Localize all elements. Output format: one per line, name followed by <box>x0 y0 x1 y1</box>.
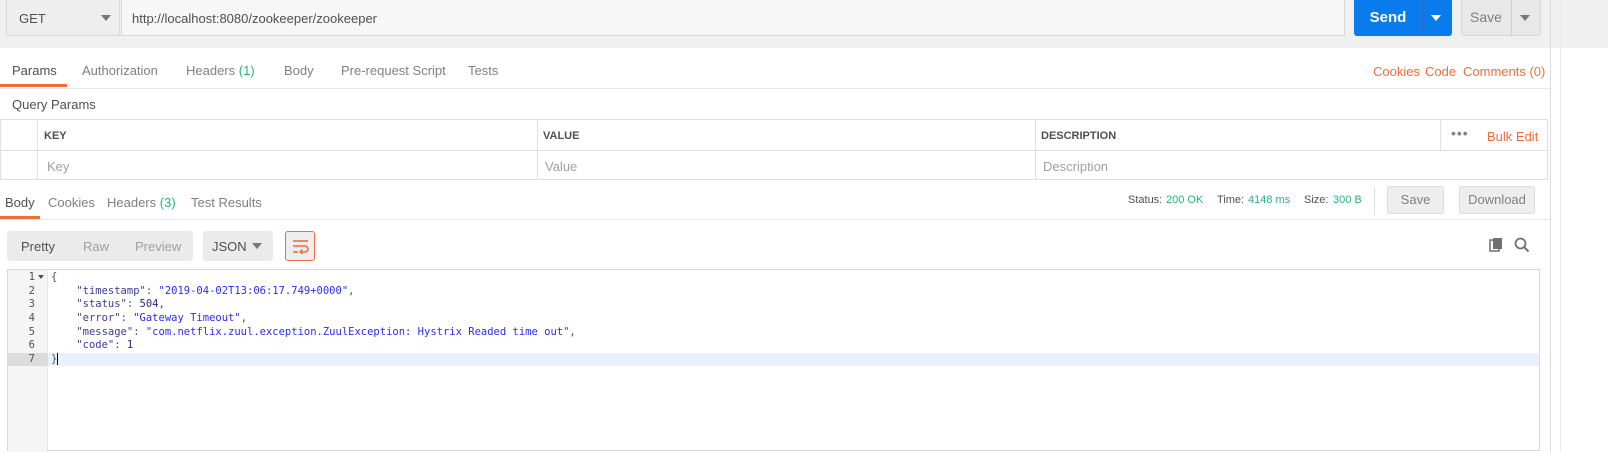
mode-raw[interactable]: Raw <box>83 239 109 254</box>
time-label: Time: <box>1217 194 1245 206</box>
tab-authorization[interactable]: Authorization <box>82 63 158 78</box>
line-number: 1 <box>28 271 35 283</box>
window-edge <box>1560 0 1561 451</box>
response-tab-cookies[interactable]: Cookies <box>48 195 95 210</box>
search-icon[interactable] <box>1514 237 1530 253</box>
column-header-value: VALUE <box>543 130 580 142</box>
code-line: "timestamp": "2019-04-02T13:06:17.749+00… <box>76 285 355 297</box>
status-label: Status: <box>1128 194 1163 206</box>
query-params-title: Query Params <box>12 97 96 112</box>
wrap-lines-button[interactable] <box>285 231 315 261</box>
send-divider <box>1422 0 1423 36</box>
value-input[interactable]: Value <box>545 159 577 174</box>
response-tab-headers[interactable]: Headers (3) <box>107 195 176 210</box>
code-line: } <box>51 353 59 365</box>
description-input[interactable]: Description <box>1043 159 1108 174</box>
chevron-down-icon <box>252 243 262 249</box>
window-edge <box>1550 0 1551 451</box>
format-label: JSON <box>212 239 247 254</box>
column-header-key: KEY <box>44 130 67 142</box>
code-line: "code": 1 <box>76 339 134 351</box>
key-input[interactable]: Key <box>47 159 69 174</box>
status-divider <box>1374 187 1375 215</box>
send-label: Send <box>1369 9 1407 26</box>
send-options-chevron-icon[interactable] <box>1431 15 1441 21</box>
more-icon[interactable]: ••• <box>1451 125 1469 141</box>
column-divider <box>1440 120 1441 150</box>
bulk-edit-link[interactable]: Bulk Edit <box>1487 129 1538 144</box>
response-tab-body[interactable]: Body <box>5 195 35 210</box>
chevron-down-icon <box>101 15 111 21</box>
save-request-label: Save <box>1470 9 1502 25</box>
tab-params[interactable]: Params <box>12 63 57 78</box>
code-line: { <box>51 271 58 283</box>
response-headers-count: (3) <box>159 195 176 210</box>
view-mode-switcher: Pretty Raw Preview <box>7 231 193 261</box>
headers-count: (1) <box>238 63 255 78</box>
code-line: "error": "Gateway Timeout", <box>76 312 248 324</box>
code-line: "status": 504, <box>76 298 165 310</box>
mode-pretty[interactable]: Pretty <box>21 239 55 254</box>
comments-link[interactable]: Comments (0) <box>1463 64 1545 79</box>
line-number: 3 <box>28 298 35 310</box>
fold-caret-icon[interactable] <box>38 275 44 279</box>
column-divider <box>537 120 538 180</box>
copy-icon[interactable] <box>1489 237 1505 253</box>
code-link[interactable]: Code <box>1425 64 1456 79</box>
save-divider <box>1511 0 1512 35</box>
column-header-description: DESCRIPTION <box>1041 130 1117 142</box>
save-response-button[interactable]: Save <box>1387 186 1444 214</box>
code-line: "message": "com.netflix.zuul.exception.Z… <box>76 326 576 338</box>
params-table: KEY VALUE DESCRIPTION ••• Bulk Edit Key … <box>0 119 1549 180</box>
wrap-lines-icon <box>293 240 309 254</box>
tab-body[interactable]: Body <box>284 63 314 78</box>
time-value[interactable]: 4148 ms <box>1248 194 1290 206</box>
table-divider <box>1 150 1549 151</box>
download-button[interactable]: Download <box>1459 186 1535 214</box>
column-divider <box>1035 120 1036 180</box>
active-tab-indicator <box>0 84 67 87</box>
save-request-button[interactable]: Save <box>1461 0 1541 36</box>
status-value[interactable]: 200 OK <box>1166 194 1203 206</box>
tab-headers[interactable]: Headers (1) <box>186 63 255 78</box>
size-value[interactable]: 300 B <box>1333 194 1362 206</box>
response-tabs-divider <box>0 219 1550 220</box>
method-label: GET <box>19 11 46 26</box>
line-number: 4 <box>28 312 35 324</box>
url-text: http://localhost:8080/zookeeper/zookeepe… <box>132 11 378 26</box>
line-number: 6 <box>28 339 35 351</box>
cookies-link[interactable]: Cookies <box>1373 64 1420 79</box>
tab-tests[interactable]: Tests <box>468 63 498 78</box>
active-line-highlight <box>48 353 1539 366</box>
response-body-editor[interactable]: 1 2 3 4 5 6 7 { "timestamp": "2019-04-02… <box>7 269 1540 452</box>
line-number: 2 <box>28 285 35 297</box>
mode-preview[interactable]: Preview <box>135 239 181 254</box>
column-divider <box>37 120 38 180</box>
format-select[interactable]: JSON <box>203 231 273 261</box>
line-number: 5 <box>28 326 35 338</box>
response-tab-test-results[interactable]: Test Results <box>191 195 262 210</box>
line-number: 7 <box>28 353 35 365</box>
send-button[interactable]: Send <box>1354 0 1452 36</box>
url-input[interactable]: http://localhost:8080/zookeeper/zookeepe… <box>121 0 1345 36</box>
tab-pre-request-script[interactable]: Pre-request Script <box>341 63 446 78</box>
save-options-chevron-icon[interactable] <box>1520 15 1530 21</box>
row-checkbox-cell[interactable] <box>1 151 37 179</box>
method-select[interactable]: GET <box>6 0 120 36</box>
text-cursor <box>57 353 59 365</box>
size-label: Size: <box>1304 194 1329 206</box>
